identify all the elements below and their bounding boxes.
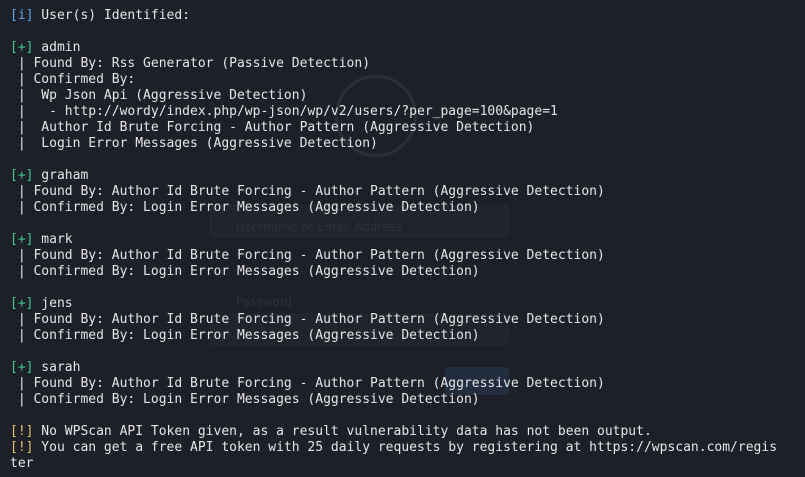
terminal-output: [i] User(s) Identified: [+] admin | Foun…	[10, 8, 800, 472]
detail-line: | Confirmed By: Login Error Messages (Ag…	[10, 392, 480, 407]
detail-line: | Found By: Author Id Brute Forcing - Au…	[10, 248, 605, 263]
warning-line: [!] No WPScan API Token given, as a resu…	[10, 424, 800, 440]
user-name: mark	[33, 232, 73, 247]
plus-tag: [+]	[10, 360, 34, 375]
user-name: admin	[33, 40, 81, 55]
warn-tag: [!]	[10, 424, 34, 439]
user-name: sarah	[33, 360, 81, 375]
detail-line: | Confirmed By:	[10, 72, 136, 87]
detail-line: | Confirmed By: Login Error Messages (Ag…	[10, 200, 480, 215]
detail-line: | Login Error Messages (Aggressive Detec…	[10, 136, 378, 151]
detail-line: | Author Id Brute Forcing - Author Patte…	[10, 120, 535, 135]
detail-line: | Wp Json Api (Aggressive Detection)	[10, 88, 308, 103]
detail-line: | Found By: Author Id Brute Forcing - Au…	[10, 184, 605, 199]
plus-tag: [+]	[10, 296, 34, 311]
detail-line: | Confirmed By: Login Error Messages (Ag…	[10, 264, 480, 279]
wrapped-line: ter	[10, 456, 34, 471]
user-entry-graham: [+] graham	[10, 168, 800, 184]
plus-tag: [+]	[10, 40, 34, 55]
warn-tag: [!]	[10, 440, 34, 455]
user-entry-jens: [+] jens	[10, 296, 800, 312]
user-entry-sarah: [+] sarah	[10, 360, 800, 376]
warning-line: [!] You can get a free API token with 25…	[10, 440, 800, 456]
user-entry-mark: [+] mark	[10, 232, 800, 248]
detail-line: | - http://wordy/index.php/wp-json/wp/v2…	[10, 104, 558, 119]
user-entry-admin: [+] admin	[10, 40, 800, 56]
detail-line: | Confirmed By: Login Error Messages (Ag…	[10, 328, 480, 343]
plus-tag: [+]	[10, 232, 34, 247]
user-name: graham	[33, 168, 89, 183]
warning-text: No WPScan API Token given, as a result v…	[33, 424, 652, 439]
output-header: [i] User(s) Identified:	[10, 8, 800, 24]
plus-tag: [+]	[10, 168, 34, 183]
detail-line: | Found By: Author Id Brute Forcing - Au…	[10, 376, 605, 391]
detail-line: | Found By: Rss Generator (Passive Detec…	[10, 56, 371, 71]
warning-text: You can get a free API token with 25 dai…	[33, 440, 778, 455]
detail-line: | Found By: Author Id Brute Forcing - Au…	[10, 312, 605, 327]
header-text: User(s) Identified:	[33, 8, 191, 23]
info-tag: [i]	[10, 8, 34, 23]
terminal-window[interactable]: Username or Email Address Password [i] U…	[0, 0, 805, 477]
user-name: jens	[33, 296, 73, 311]
